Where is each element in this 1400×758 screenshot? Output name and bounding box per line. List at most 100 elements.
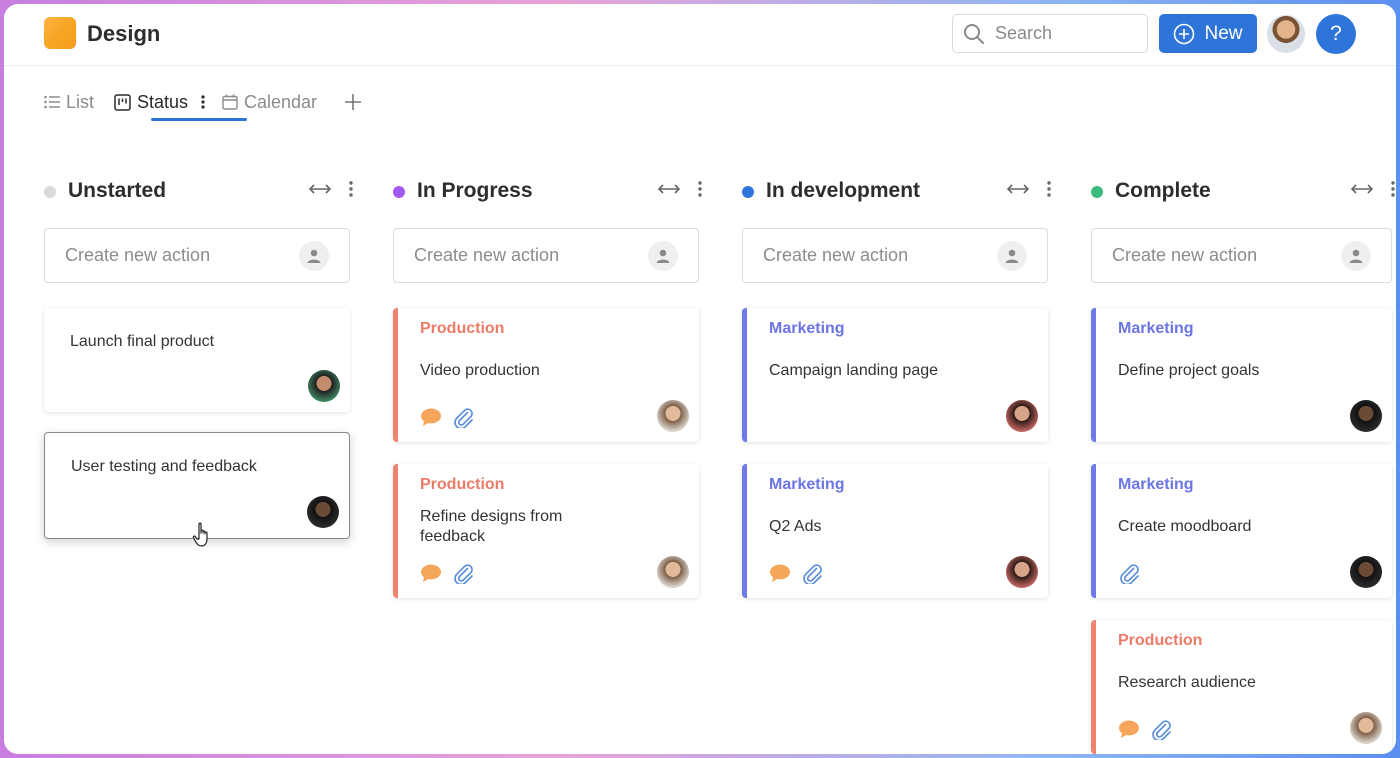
- status-dot: [742, 186, 754, 198]
- attachment-icon[interactable]: [452, 562, 474, 584]
- column-complete: Complete Create new action Marketing Def…: [1091, 174, 1392, 754]
- search-input[interactable]: Search: [952, 14, 1148, 53]
- assignee-avatar[interactable]: [307, 496, 339, 528]
- comment-icon[interactable]: [420, 407, 442, 427]
- comment-icon[interactable]: [769, 563, 791, 583]
- card-category: Marketing: [769, 476, 845, 493]
- tab-status[interactable]: Status: [114, 84, 206, 120]
- column-header: Complete: [1091, 174, 1392, 210]
- expand-horizontal-icon[interactable]: [308, 183, 332, 195]
- assignee-avatar[interactable]: [1350, 556, 1382, 588]
- assignee-avatar[interactable]: [308, 370, 340, 402]
- status-dot: [44, 186, 56, 198]
- person-icon: [655, 248, 671, 264]
- card-title: Campaign landing page: [769, 362, 939, 379]
- card-title: User testing and feedback: [71, 458, 257, 475]
- comment-icon[interactable]: [1118, 719, 1140, 739]
- column-title: In development: [766, 179, 921, 202]
- create-action-placeholder: Create new action: [1112, 245, 1258, 265]
- more-vertical-icon[interactable]: [348, 180, 354, 198]
- create-action-input[interactable]: Create new action: [393, 228, 699, 283]
- column-in-progress: In Progress Create new action Production…: [393, 174, 703, 598]
- column-unstarted: Unstarted Create new action Launch final…: [44, 174, 354, 539]
- new-button-label: New: [1204, 22, 1243, 44]
- tab-calendar[interactable]: Calendar: [222, 84, 317, 120]
- column-header: In development: [742, 174, 1052, 210]
- expand-horizontal-icon[interactable]: [657, 183, 681, 195]
- column-title: Unstarted: [68, 179, 167, 202]
- task-card[interactable]: Production Video production: [393, 308, 699, 442]
- top-bar: Design Search New ?: [4, 4, 1396, 66]
- app-window: Design Search New ? List Status Calendar…: [4, 4, 1396, 754]
- task-card[interactable]: Marketing Campaign landing page: [742, 308, 1048, 442]
- plus-icon: [345, 94, 361, 110]
- card-category: Marketing: [769, 320, 845, 337]
- tab-list[interactable]: List: [44, 84, 94, 120]
- assignee-avatar[interactable]: [1006, 400, 1038, 432]
- more-vertical-icon[interactable]: [1390, 180, 1396, 198]
- create-action-placeholder: Create new action: [65, 245, 211, 265]
- assign-user-button[interactable]: [648, 241, 678, 271]
- task-card[interactable]: Marketing Create moodboard: [1091, 464, 1392, 598]
- more-vertical-icon[interactable]: [697, 180, 703, 198]
- board-icon: [114, 93, 131, 111]
- card-category: Production: [420, 320, 505, 337]
- column-header: Unstarted: [44, 174, 354, 210]
- create-action-placeholder: Create new action: [763, 245, 909, 265]
- create-action-input[interactable]: Create new action: [742, 228, 1048, 283]
- create-action-placeholder: Create new action: [414, 245, 560, 265]
- assignee-avatar[interactable]: [1350, 712, 1382, 744]
- more-vertical-icon[interactable]: [1046, 180, 1052, 198]
- more-vertical-icon[interactable]: [200, 94, 206, 110]
- help-button[interactable]: ?: [1316, 14, 1356, 54]
- new-button[interactable]: New: [1159, 14, 1257, 53]
- assign-user-button[interactable]: [997, 241, 1027, 271]
- task-card[interactable]: Marketing Define project goals: [1091, 308, 1392, 442]
- card-category: Production: [1118, 632, 1203, 649]
- assignee-avatar[interactable]: [1350, 400, 1382, 432]
- expand-horizontal-icon[interactable]: [1350, 183, 1374, 195]
- card-title: Video production: [420, 362, 540, 379]
- card-title: Launch final product: [70, 333, 215, 350]
- task-card[interactable]: Launch final product: [44, 308, 350, 412]
- task-card[interactable]: Production Refine designs from feedback: [393, 464, 699, 598]
- assign-user-button[interactable]: [1341, 241, 1371, 271]
- card-title: Research audience: [1118, 674, 1256, 691]
- attachment-icon[interactable]: [452, 406, 474, 428]
- status-dot: [1091, 186, 1103, 198]
- attachment-icon[interactable]: [1118, 562, 1140, 584]
- attachment-icon[interactable]: [1150, 718, 1172, 740]
- user-avatar[interactable]: [1267, 15, 1305, 53]
- expand-horizontal-icon[interactable]: [1006, 183, 1030, 195]
- active-tab-indicator: [151, 118, 247, 121]
- task-card[interactable]: Production Research audience: [1091, 620, 1392, 754]
- assign-user-button[interactable]: [299, 241, 329, 271]
- plus-circle-icon: [1174, 23, 1195, 44]
- column-title: Complete: [1115, 179, 1211, 202]
- add-view-button[interactable]: [344, 84, 362, 120]
- search-icon: [964, 23, 984, 44]
- attachment-icon[interactable]: [801, 562, 823, 584]
- comment-icon[interactable]: [420, 563, 442, 583]
- card-title: Q2 Ads: [769, 518, 822, 535]
- card-category: Production: [420, 476, 505, 493]
- column-in-development: In development Create new action Marketi…: [742, 174, 1052, 598]
- card-title: Define project goals: [1118, 362, 1260, 379]
- app-logo: [44, 17, 76, 49]
- status-dot: [393, 186, 405, 198]
- person-icon: [1348, 248, 1364, 264]
- assignee-avatar[interactable]: [657, 400, 689, 432]
- page-title: Design: [87, 21, 161, 46]
- assignee-avatar[interactable]: [657, 556, 689, 588]
- person-icon: [306, 248, 322, 264]
- create-action-input[interactable]: Create new action: [1091, 228, 1392, 283]
- assignee-avatar[interactable]: [1006, 556, 1038, 588]
- card-title: Refine designs from feedback: [420, 508, 563, 545]
- column-title: In Progress: [417, 179, 533, 202]
- card-category: Marketing: [1118, 320, 1194, 337]
- create-action-input[interactable]: Create new action: [44, 228, 350, 283]
- person-icon: [1004, 248, 1020, 264]
- hand-cursor-icon: [192, 522, 208, 547]
- task-card[interactable]: Marketing Q2 Ads: [742, 464, 1048, 598]
- card-category: Marketing: [1118, 476, 1194, 493]
